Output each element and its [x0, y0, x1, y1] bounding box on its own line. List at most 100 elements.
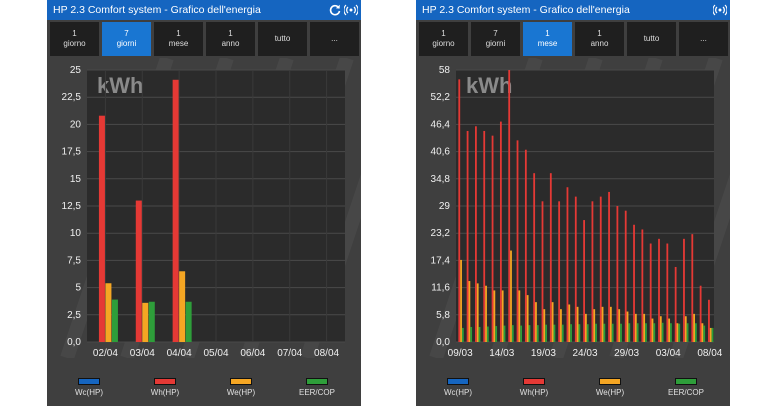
bar-eercop — [670, 323, 672, 342]
bar-eercop — [486, 326, 489, 342]
x-tick-label: 24/03 — [572, 348, 597, 358]
x-tick-label: 09/03 — [448, 348, 473, 358]
bar-wehp — [476, 283, 479, 342]
bar-eercop — [678, 323, 681, 342]
chart-unit-label: kWh — [97, 73, 143, 98]
bar-whhp — [691, 234, 694, 342]
energy-chart-7-days: 0,0 2,5 5 7,5 10 12,5 15 17,5 20 22,5 25 kWh 02/04 03… — [60, 58, 361, 358]
y-tick-label: 2,5 — [67, 310, 81, 321]
bar-whhp — [524, 149, 527, 342]
x-tick-label: 04/04 — [167, 348, 192, 358]
bar-wehp — [560, 309, 562, 342]
bar-whhp — [591, 201, 594, 342]
x-tick-label: 08/04 — [314, 348, 339, 358]
tab-all[interactable]: tutto — [627, 22, 676, 56]
y-tick-label: 17,4 — [431, 255, 451, 266]
y-tick-label: 7,5 — [67, 255, 81, 266]
tab-7-days[interactable]: 7 giorni — [102, 22, 151, 56]
bar-eercop — [611, 323, 614, 342]
y-tick-label: 52,2 — [431, 92, 451, 103]
legend-item-wc: Wc(HP) — [428, 378, 488, 397]
energy-screen-7-days: HP 2.3 Comfort system - Grafico dell'ene… — [47, 0, 361, 406]
x-tick-label: 02/04 — [93, 348, 118, 358]
y-tick-label: 5 — [75, 283, 81, 294]
bar-eercop — [570, 324, 572, 342]
bar-eercop — [595, 323, 597, 342]
bar-eercop — [620, 323, 622, 342]
bar-wehp — [668, 318, 671, 342]
legend-swatch — [78, 378, 100, 385]
y-tick-label: 5,8 — [436, 310, 450, 321]
bar-whhp — [483, 130, 486, 342]
y-tick-label: 46,4 — [431, 119, 451, 130]
y-tick-label: 10 — [70, 228, 82, 239]
bar-whhp — [599, 196, 602, 342]
x-tick-label: 29/03 — [614, 348, 639, 358]
energy-screen-1-month: HP 2.3 Comfort system - Grafico dell'ene… — [416, 0, 730, 406]
bar-wehp — [693, 313, 695, 342]
bar-wehp — [485, 285, 487, 342]
y-tick-label: 23,2 — [431, 228, 451, 239]
tab-1-day[interactable]: 1 giorno — [50, 22, 99, 56]
bar-wehp — [701, 323, 704, 342]
y-tick-label: 0,0 — [67, 337, 81, 348]
bar-eercop — [503, 325, 506, 342]
bar-whhp — [549, 173, 552, 342]
bar-eercop — [536, 325, 539, 342]
y-tick-label: 15 — [70, 174, 82, 185]
y-tick-label: 34,8 — [431, 174, 451, 185]
y-tick-label: 20 — [70, 119, 82, 130]
tab-1-year[interactable]: 1 anno — [206, 22, 255, 56]
bar-eercop — [461, 327, 464, 342]
legend-swatch — [447, 378, 469, 385]
legend-swatch — [230, 378, 252, 385]
legend-swatch — [599, 378, 621, 385]
bar-wehp — [709, 327, 712, 342]
bar-wehp — [593, 309, 596, 342]
tab-1-month[interactable]: 1 mese — [523, 22, 572, 56]
bar-eercop — [528, 325, 531, 342]
tab-more[interactable]: ... — [310, 22, 359, 56]
bar-wehp — [535, 302, 537, 342]
title-bar: HP 2.3 Comfort system - Grafico dell'ene… — [416, 0, 730, 20]
wireless-signal-icon — [344, 4, 358, 16]
legend-label: We(HP) — [226, 388, 256, 397]
y-tick-label: 22,5 — [62, 92, 82, 103]
bar-eercop — [520, 325, 523, 342]
tab-more[interactable]: ... — [679, 22, 728, 56]
bar-eercop — [495, 326, 498, 342]
bar-wehp — [501, 290, 504, 342]
bar-whhp — [658, 238, 660, 342]
tab-1-day[interactable]: 1 giorno — [419, 22, 468, 56]
legend-item-we: We(HP) — [211, 378, 271, 397]
chart-legend: Wc(HP) Wh(HP) We(HP) EER/COP — [47, 378, 361, 406]
tab-1-month[interactable]: 1 mese — [154, 22, 203, 56]
bar-wehp — [493, 290, 496, 342]
bar-wehp — [460, 259, 462, 342]
bar-eercop — [111, 299, 118, 342]
x-tick-label: 03/04 — [130, 348, 155, 358]
y-tick-label: 11,6 — [431, 283, 450, 294]
refresh-icon[interactable] — [328, 3, 342, 17]
tab-1-year[interactable]: 1 anno — [575, 22, 624, 56]
bar-whhp — [98, 115, 105, 342]
bar-whhp — [499, 121, 502, 342]
bar-eercop — [661, 322, 664, 342]
wireless-signal-icon — [713, 4, 727, 16]
app-title: HP 2.3 Comfort system - Grafico dell'ene… — [53, 4, 261, 16]
bar-wehp — [105, 283, 112, 342]
period-tabs: 1 giorno 7 giorni 1 mese 1 anno tutto ..… — [419, 22, 728, 58]
bar-whhp — [135, 200, 142, 342]
app-title: HP 2.3 Comfort system - Grafico dell'ene… — [422, 4, 630, 16]
bar-whhp — [475, 126, 477, 342]
bar-wehp — [626, 311, 629, 342]
bar-whhp — [508, 70, 511, 342]
bar-whhp — [541, 201, 544, 342]
bar-wehp — [601, 306, 604, 342]
period-tabs: 1 giorno 7 giorni 1 mese 1 anno tutto ..… — [50, 22, 359, 58]
tab-7-days[interactable]: 7 giorni — [471, 22, 520, 56]
bar-whhp — [491, 135, 494, 342]
tab-all[interactable]: tutto — [258, 22, 307, 56]
bar-wehp — [543, 309, 546, 342]
bar-wehp — [142, 302, 149, 342]
